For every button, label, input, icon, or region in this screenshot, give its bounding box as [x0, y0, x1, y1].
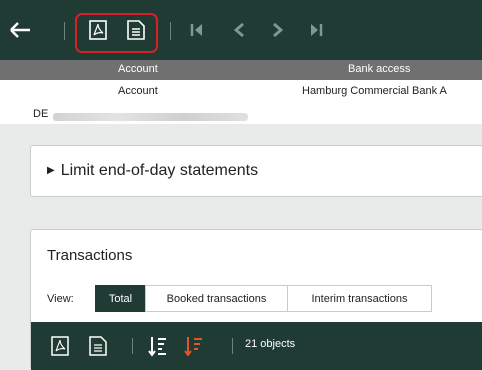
- document-icon[interactable]: [89, 336, 107, 361]
- limit-section-label: Limit end-of-day statements: [60, 162, 259, 179]
- transactions-title: Transactions: [47, 247, 133, 264]
- view-label: View:: [47, 293, 74, 305]
- limit-section-header[interactable]: ▶ Limit end-of-day statements: [47, 162, 258, 180]
- iban-prefix: DE: [33, 108, 49, 120]
- last-page-icon[interactable]: [302, 16, 330, 44]
- first-page-icon[interactable]: [183, 16, 211, 44]
- toolbar-divider: [170, 22, 171, 40]
- transactions-toolbar: 21 objects: [31, 322, 482, 370]
- expand-triangle-icon: ▶: [47, 165, 55, 176]
- bank-access-value: Hamburg Commercial Bank A: [302, 85, 447, 97]
- column-header-account[interactable]: Account: [118, 63, 158, 75]
- tab-booked-transactions[interactable]: Booked transactions: [145, 285, 288, 312]
- objects-count: 21 objects: [245, 338, 296, 350]
- account-label: Account: [118, 85, 158, 97]
- toolbar-divider: [232, 338, 233, 354]
- column-header-bank-access[interactable]: Bank access: [348, 63, 410, 75]
- sort-descending-icon[interactable]: [184, 335, 204, 362]
- main-toolbar: [0, 0, 482, 60]
- table-header: Account Bank access: [0, 60, 482, 80]
- next-icon[interactable]: [264, 16, 292, 44]
- sort-ascending-icon[interactable]: [148, 335, 168, 362]
- toolbar-divider: [132, 338, 133, 354]
- previous-icon[interactable]: [225, 16, 253, 44]
- back-arrow-icon[interactable]: [7, 16, 35, 44]
- pdf-icon[interactable]: [84, 16, 112, 44]
- redacted-iban: [53, 113, 248, 121]
- toolbar-divider: [64, 22, 65, 40]
- document-icon[interactable]: [122, 16, 150, 44]
- tab-interim-transactions[interactable]: Interim transactions: [287, 285, 432, 312]
- pdf-icon[interactable]: [51, 336, 69, 361]
- limit-section[interactable]: ▶ Limit end-of-day statements: [30, 145, 482, 197]
- tab-total[interactable]: Total: [95, 285, 146, 312]
- table-row[interactable]: Account Hamburg Commercial Bank A DE: [0, 80, 482, 124]
- transactions-panel: Transactions View: Total Booked transact…: [30, 229, 482, 370]
